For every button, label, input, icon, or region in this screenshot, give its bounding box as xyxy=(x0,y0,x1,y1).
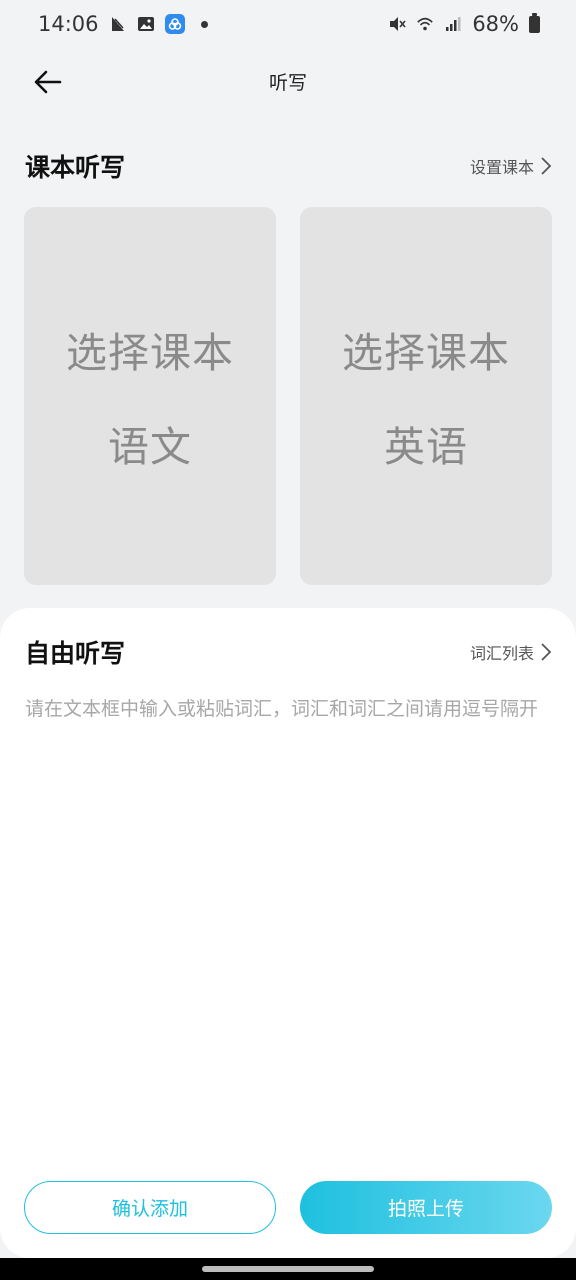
chevron-right-icon xyxy=(541,157,552,175)
textbook-cards: 选择课本 语文 选择课本 英语 xyxy=(24,207,552,585)
card-subject-label: 语文 xyxy=(108,423,192,471)
card-subject-label: 英语 xyxy=(384,423,468,471)
status-time: 14:06 xyxy=(38,12,99,36)
textbook-card-chinese[interactable]: 选择课本 语文 xyxy=(24,207,276,585)
wifi-icon xyxy=(416,15,434,33)
vocab-list-label: 词汇列表 xyxy=(469,644,534,663)
free-section-header: 自由听写 词汇列表 xyxy=(0,632,576,672)
app-notification-icon xyxy=(164,14,185,34)
free-section-title: 自由听写 xyxy=(25,639,126,668)
status-right: 68% xyxy=(388,12,540,36)
status-bar: 14:06 68% xyxy=(0,0,576,48)
chevron-right-icon xyxy=(541,643,552,661)
set-textbook-link[interactable]: 设置课本 xyxy=(470,154,552,178)
vocab-text-input[interactable]: 请在文本框中输入或粘贴词汇，词汇和词汇之间请用逗号隔开 xyxy=(25,694,553,1164)
status-left: 14:06 xyxy=(38,12,208,36)
battery-percent: 68% xyxy=(472,12,519,36)
gallery-notification-icon xyxy=(137,15,155,33)
textbook-section-title: 课本听写 xyxy=(25,153,126,182)
sail-notification-icon xyxy=(109,15,127,33)
nav-bar: 听写 xyxy=(0,48,576,114)
textbook-card-english[interactable]: 选择课本 英语 xyxy=(300,207,552,585)
signal-icon xyxy=(444,15,462,33)
system-nav-bar xyxy=(0,1258,576,1280)
battery-icon xyxy=(529,12,540,33)
photo-upload-button[interactable]: 拍照上传 xyxy=(300,1181,552,1234)
mute-icon xyxy=(388,15,406,33)
set-textbook-label: 设置课本 xyxy=(469,158,534,177)
card-select-label: 选择课本 xyxy=(342,329,510,377)
page-title: 听写 xyxy=(268,71,307,94)
back-button[interactable] xyxy=(28,62,68,102)
back-arrow-icon xyxy=(34,70,62,94)
vocab-list-link[interactable]: 词汇列表 xyxy=(470,640,552,664)
card-select-label: 选择课本 xyxy=(66,329,234,377)
textbook-section-header: 课本听写 设置课本 xyxy=(0,146,576,186)
home-indicator[interactable] xyxy=(202,1266,374,1272)
more-notifications-dot-icon xyxy=(200,20,208,28)
confirm-add-button[interactable]: 确认添加 xyxy=(24,1181,276,1234)
